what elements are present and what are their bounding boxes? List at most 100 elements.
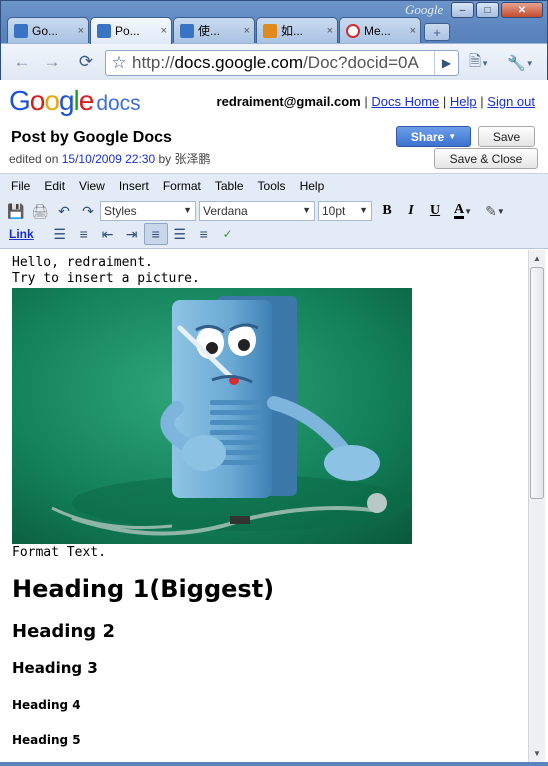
scrollbar-thumb[interactable] [530, 267, 544, 499]
tab-chinese-2[interactable]: 如... × [256, 17, 338, 43]
scroll-down-icon[interactable]: ▼ [529, 745, 545, 762]
insert-link-button[interactable]: Link [9, 227, 34, 241]
bold-button[interactable]: B [375, 200, 399, 222]
inserted-picture[interactable] [12, 288, 412, 544]
tab-google[interactable]: Go... × [7, 17, 89, 43]
heading-2: Heading 2 [12, 621, 115, 642]
menu-bar: File Edit View Insert Format Table Tools… [0, 173, 548, 197]
tab-close-icon[interactable]: × [410, 25, 416, 37]
doc-text-line: Format Text. [12, 545, 106, 560]
heading-3: Heading 3 [12, 659, 98, 677]
arrow-left-icon: ← [13, 52, 31, 71]
reload-favicon-icon [346, 23, 360, 38]
menu-help[interactable]: Help [293, 179, 332, 193]
tab-close-icon[interactable]: × [78, 25, 84, 37]
heading-1: Heading 1(Biggest) [12, 575, 275, 603]
window-bottom-border [0, 762, 548, 766]
bookmark-star-icon[interactable]: ☆ [106, 53, 132, 73]
new-tab-button[interactable]: + [424, 23, 450, 41]
go-button[interactable]: ▶ [434, 51, 458, 75]
help-link[interactable]: Help [450, 94, 477, 109]
font-size-dropdown[interactable]: 10pt ▼ [318, 201, 372, 221]
text-color-button[interactable]: A ▼ [447, 200, 479, 222]
menu-table[interactable]: Table [208, 179, 251, 193]
toolbar-row-2: Link ☰ ≡ ⇤ ⇥ ≡ ☰ ≡ ✓ [4, 222, 240, 246]
edited-timestamp: 15/10/2009 22:30 [61, 152, 156, 166]
document-editor[interactable]: Hello, redraiment. Try to insert a pictu… [0, 250, 528, 762]
url-text[interactable]: http://docs.google.com/Doc?docid=0A [132, 53, 434, 73]
save-icon[interactable]: 💾 [4, 200, 28, 222]
chevron-down-icon: ▼ [359, 205, 368, 215]
tab-title: Go... [32, 23, 59, 38]
underline-button[interactable]: U [423, 200, 447, 222]
redo-icon[interactable]: ↷ [76, 200, 100, 222]
minimize-button[interactable]: – [451, 2, 474, 18]
page-icon: 🗎 [469, 52, 482, 70]
docs-favicon-icon [97, 24, 111, 38]
spellcheck-icon[interactable]: ✓ [216, 223, 240, 245]
document-title[interactable]: Post by Google Docs [11, 129, 172, 147]
save-and-close-button[interactable]: Save & Close [434, 148, 538, 169]
arrow-right-icon: → [43, 52, 61, 71]
menu-insert[interactable]: Insert [112, 179, 156, 193]
tools-menu-button[interactable]: 🔧 ▼ [507, 52, 534, 74]
docs-home-link[interactable]: Docs Home [371, 94, 439, 109]
reload-button[interactable]: ⟳ [73, 51, 99, 73]
page-menu-button[interactable]: 🗎 ▼ [469, 52, 489, 74]
docs-header: Google docs redraiment@gmail.com | Docs H… [0, 80, 548, 172]
increase-indent-icon[interactable]: ⇥ [120, 223, 144, 245]
menu-tools[interactable]: Tools [251, 179, 293, 193]
formatting-toolbar: 💾 🖨 ↶ ↷ Styles ▼ Verdana ▼ 10pt ▼ B I U A ▼ … [0, 197, 548, 249]
tab-close-icon[interactable]: × [244, 25, 250, 37]
window-controls: – □ ✕ [451, 2, 543, 18]
tab-chinese-1[interactable]: 使... × [173, 17, 255, 43]
menu-format[interactable]: Format [156, 179, 208, 193]
forward-button[interactable]: → [39, 51, 65, 73]
chevron-down-icon: ▼ [496, 206, 505, 216]
font-dropdown[interactable]: Verdana ▼ [199, 201, 315, 221]
blog-favicon-icon [263, 23, 277, 38]
chevron-down-icon: ▼ [448, 132, 457, 141]
scroll-up-icon[interactable]: ▲ [529, 250, 545, 267]
chevron-down-icon: ▼ [525, 58, 534, 68]
tab-title: 如... [281, 24, 304, 38]
tab-close-icon[interactable]: × [327, 25, 333, 37]
align-left-icon[interactable]: ≡ [143, 223, 168, 245]
google-docs-logo[interactable]: Google docs [9, 85, 141, 117]
bulleted-list-icon[interactable]: ≡ [72, 223, 96, 245]
highlight-color-button[interactable]: ✎ ▼ [479, 200, 511, 222]
undo-icon[interactable]: ↶ [52, 200, 76, 222]
align-center-icon[interactable]: ☰ [168, 223, 192, 245]
sign-out-link[interactable]: Sign out [487, 94, 535, 109]
menu-edit[interactable]: Edit [37, 179, 72, 193]
chevron-down-icon: ▼ [302, 205, 311, 215]
tab-close-icon[interactable]: × [161, 25, 167, 37]
tab-me[interactable]: Me... × [339, 17, 421, 43]
menu-view[interactable]: View [72, 179, 112, 193]
doc-text-line: Try to insert a picture. [12, 271, 200, 286]
navigation-bar: ← → ⟳ ☆ http://docs.google.com/Doc?docid… [1, 43, 547, 80]
back-button[interactable]: ← [9, 51, 35, 73]
wrench-icon: 🔧 [507, 55, 526, 72]
save-button[interactable]: Save [478, 126, 535, 147]
editor-name: 张泽鹏 [174, 152, 211, 166]
docs-favicon-icon [180, 23, 194, 38]
reload-icon: ⟳ [78, 52, 94, 71]
align-right-icon[interactable]: ≡ [192, 223, 216, 245]
chevron-down-icon: ▼ [481, 58, 489, 68]
tab-title: Po... [115, 24, 140, 38]
numbered-list-icon[interactable]: ☰ [48, 223, 72, 245]
tab-title: 使... [198, 24, 221, 38]
menu-file[interactable]: File [4, 179, 37, 193]
window-close-button[interactable]: ✕ [501, 2, 543, 18]
tab-post-active[interactable]: Po... × [90, 17, 172, 44]
vertical-scrollbar[interactable]: ▲ ▼ [528, 250, 545, 762]
maximize-button[interactable]: □ [476, 2, 499, 18]
print-icon[interactable]: 🖨 [28, 200, 52, 222]
styles-dropdown[interactable]: Styles ▼ [100, 201, 196, 221]
share-button[interactable]: Share ▼ [396, 126, 471, 147]
heading-4: Heading 4 [12, 698, 81, 712]
address-bar[interactable]: ☆ http://docs.google.com/Doc?docid=0A ▶ [105, 50, 459, 76]
italic-button[interactable]: I [399, 200, 423, 222]
decrease-indent-icon[interactable]: ⇤ [96, 223, 120, 245]
